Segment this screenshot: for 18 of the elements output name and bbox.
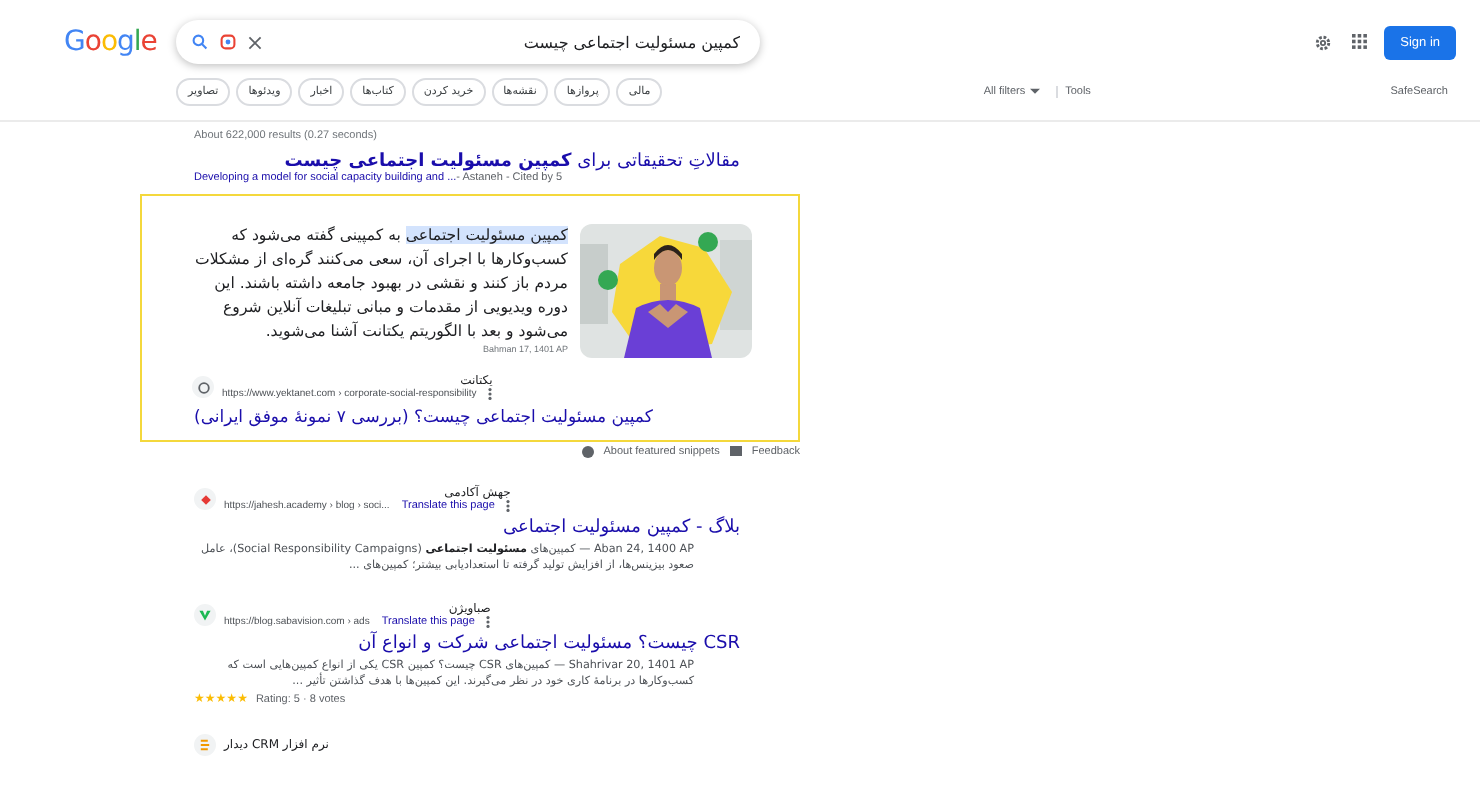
search-field[interactable]: کمپین مسئولیت اجتماعی چیست xyxy=(176,20,760,64)
clear-icon[interactable] xyxy=(248,35,262,49)
more-icon[interactable] xyxy=(486,616,491,628)
caret-icon xyxy=(1029,87,1040,95)
settings-icon[interactable] xyxy=(1314,33,1333,51)
ring-icon xyxy=(197,381,209,393)
apps-icon[interactable] xyxy=(1352,34,1369,50)
more-icon[interactable] xyxy=(488,388,493,400)
more-icon[interactable] xyxy=(506,500,511,512)
result-title[interactable]: بلاگ - کمپین مسئولیت اجتماعی xyxy=(194,518,740,538)
diamond-icon xyxy=(199,493,211,505)
result-title[interactable]: کمپین مسئولیت اجتماعی چیست؟ (بررسی ۷ نمونهٔ موفق ایرانی) xyxy=(192,406,655,432)
search-input[interactable]: کمپین مسئولیت اجتماعی چیست xyxy=(274,31,744,53)
lens-icon[interactable] xyxy=(220,34,236,50)
search-icon[interactable] xyxy=(192,34,208,50)
result-title[interactable]: CSR چیست؟ مسئولیت اجتماعی شرکت و انواع آن xyxy=(194,634,740,654)
scholar-title[interactable]: مقالاتِ تحقیقاتی برای کمپین مسئولیت اجتماعی چیست xyxy=(194,152,740,172)
google-logo[interactable]: Google xyxy=(64,26,176,58)
